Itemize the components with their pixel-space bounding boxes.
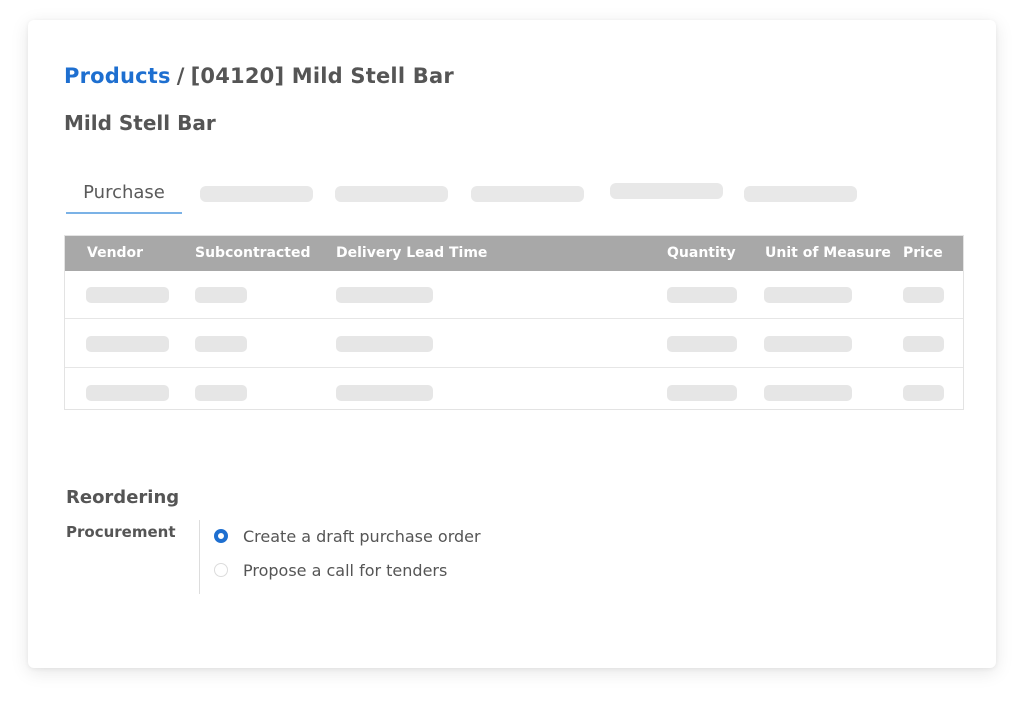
cell-placeholder bbox=[195, 336, 247, 352]
cell-placeholder bbox=[764, 385, 852, 401]
column-header-delivery-lead-time[interactable]: Delivery Lead Time bbox=[336, 236, 487, 271]
radio-label: Propose a call for tenders bbox=[243, 560, 448, 580]
cell-placeholder bbox=[667, 336, 737, 352]
reordering-section-title: Reordering bbox=[66, 487, 180, 508]
cell-placeholder bbox=[86, 336, 169, 352]
cell-placeholder bbox=[86, 385, 169, 401]
cell-placeholder bbox=[667, 287, 737, 303]
column-header-subcontracted[interactable]: Subcontracted bbox=[195, 236, 311, 271]
radio-label: Create a draft purchase order bbox=[243, 526, 481, 546]
cell-placeholder bbox=[336, 336, 433, 352]
tab-purchase[interactable]: Purchase bbox=[66, 176, 182, 214]
page-title: Mild Stell Bar bbox=[64, 111, 216, 135]
radio-option-draft-purchase-order[interactable]: Create a draft purchase order bbox=[214, 525, 481, 547]
tab-placeholder-4[interactable] bbox=[610, 183, 723, 199]
tab-placeholder-3[interactable] bbox=[471, 186, 584, 202]
field-divider bbox=[199, 520, 200, 594]
procurement-field-label: Procurement bbox=[66, 523, 176, 541]
cell-placeholder bbox=[195, 385, 247, 401]
table-row[interactable] bbox=[65, 320, 963, 368]
radio-checked-icon[interactable] bbox=[214, 529, 228, 543]
column-header-quantity[interactable]: Quantity bbox=[667, 236, 736, 271]
cell-placeholder bbox=[336, 385, 433, 401]
cell-placeholder bbox=[336, 287, 433, 303]
cell-placeholder bbox=[903, 336, 944, 352]
table-row[interactable] bbox=[65, 271, 963, 319]
radio-unchecked-icon[interactable] bbox=[214, 563, 228, 577]
cell-placeholder bbox=[764, 287, 852, 303]
column-header-vendor[interactable]: Vendor bbox=[87, 236, 143, 271]
cell-placeholder bbox=[903, 287, 944, 303]
breadcrumb-separator: / bbox=[176, 64, 185, 88]
cell-placeholder bbox=[764, 336, 852, 352]
vendor-table: Vendor Subcontracted Delivery Lead Time … bbox=[64, 235, 964, 410]
cell-placeholder bbox=[195, 287, 247, 303]
product-form-card: Products / [04120] Mild Stell Bar Mild Ste… bbox=[28, 20, 996, 668]
tab-placeholder-2[interactable] bbox=[335, 186, 448, 202]
tab-placeholder-5[interactable] bbox=[744, 186, 857, 202]
radio-option-call-for-tenders[interactable]: Propose a call for tenders bbox=[214, 559, 447, 581]
table-header: Vendor Subcontracted Delivery Lead Time … bbox=[65, 236, 963, 271]
breadcrumb-current: [04120] Mild Stell Bar bbox=[190, 64, 454, 88]
table-row[interactable] bbox=[65, 369, 963, 417]
breadcrumb-products-link[interactable]: Products bbox=[64, 64, 171, 88]
cell-placeholder bbox=[667, 385, 737, 401]
tab-placeholder-1[interactable] bbox=[200, 186, 313, 202]
cell-placeholder bbox=[86, 287, 169, 303]
column-header-price[interactable]: Price bbox=[903, 236, 943, 271]
cell-placeholder bbox=[903, 385, 944, 401]
column-header-unit-of-measure[interactable]: Unit of Measure bbox=[765, 236, 891, 271]
breadcrumb: Products / [04120] Mild Stell Bar bbox=[64, 64, 454, 88]
